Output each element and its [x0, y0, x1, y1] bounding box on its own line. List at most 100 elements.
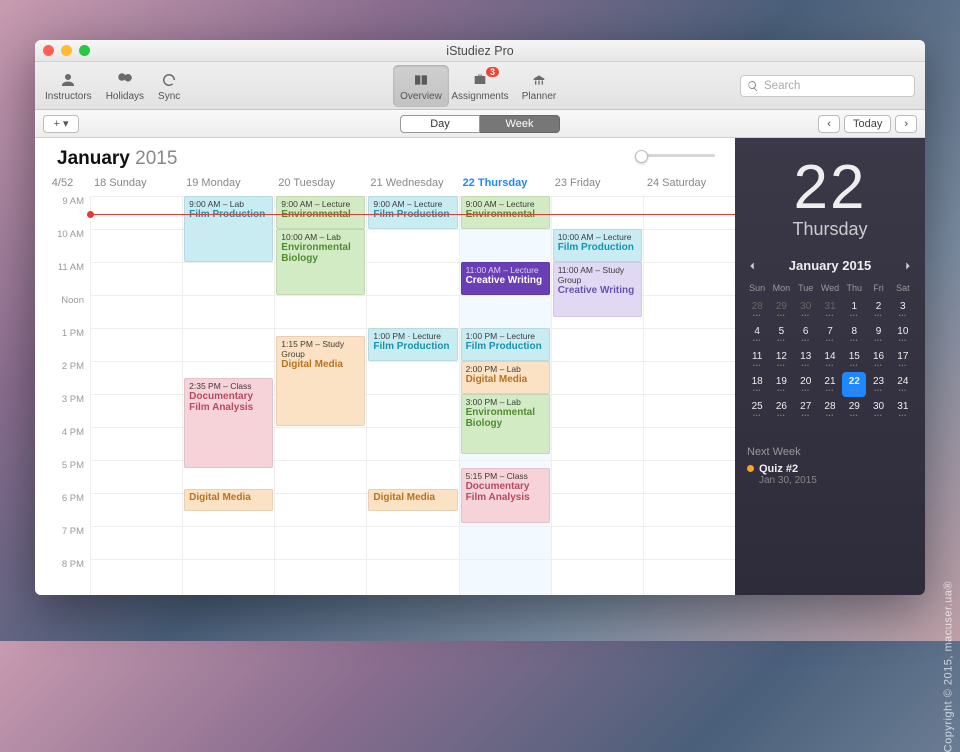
maximize-icon[interactable] [79, 45, 90, 56]
mini-day[interactable]: 3••• [891, 297, 915, 322]
event[interactable]: 9:00 AM – LectureFilm Production [368, 196, 457, 229]
day-column[interactable]: 9:00 AM – LabFilm Production 2:35 PM – Cl… [182, 196, 274, 595]
instructors-button[interactable]: Instructors [45, 70, 92, 102]
mini-day[interactable]: 16••• [866, 347, 890, 372]
mini-day[interactable]: 24••• [891, 372, 915, 397]
holidays-button[interactable]: Holidays [106, 70, 144, 102]
event[interactable]: 1:15 PM – Study GroupDigital Media [276, 336, 365, 426]
app-title: iStudiez Pro [446, 44, 513, 58]
event[interactable]: 2:00 PM – LabDigital Media [461, 361, 550, 394]
mini-day[interactable]: 4••• [745, 322, 769, 347]
mini-day[interactable]: 19••• [769, 372, 793, 397]
event[interactable]: 11:00 AM – Study GroupCreative Writing [553, 262, 642, 317]
mini-day[interactable]: 11••• [745, 347, 769, 372]
traffic-lights [43, 45, 90, 56]
mini-day[interactable]: 6••• [794, 322, 818, 347]
add-button[interactable]: + ▾ [43, 115, 79, 133]
day-header[interactable]: 24 Saturday [643, 174, 735, 196]
calendar-area: January 2015 4/52 18 Sunday19 Monday20 T… [35, 138, 735, 595]
event[interactable]: 3:00 PM – LabEnvironmental Biology [461, 394, 550, 454]
sidebar: 22 Thursday January 2015 SunMonTueWedThu… [735, 138, 925, 595]
upcoming-date: Jan 30, 2015 [759, 475, 913, 486]
mini-day[interactable]: 17••• [891, 347, 915, 372]
mini-day[interactable]: 2••• [866, 297, 890, 322]
mini-day[interactable]: 10••• [891, 322, 915, 347]
mini-day[interactable]: 27••• [794, 397, 818, 422]
planner-tab[interactable]: Planner [511, 65, 567, 107]
week-segment[interactable]: Week [480, 115, 560, 133]
event[interactable]: 9:00 AM – LectureEnvironmental [276, 196, 365, 229]
day-header[interactable]: 19 Monday [182, 174, 274, 196]
event[interactable]: Digital Media [184, 489, 273, 511]
mini-day[interactable]: 14••• [818, 347, 842, 372]
mini-day[interactable]: 31••• [818, 297, 842, 322]
assignments-badge: 3 [486, 67, 499, 77]
event[interactable]: 2:35 PM – ClassDocumentary Film Analysis [184, 378, 273, 468]
search-input[interactable]: Search [740, 75, 915, 97]
next-button[interactable]: › [895, 115, 917, 133]
mini-day[interactable]: 13••• [794, 347, 818, 372]
mini-day[interactable]: 1••• [842, 297, 866, 322]
mini-day[interactable]: 30••• [794, 297, 818, 322]
event[interactable]: 5:15 PM – ClassDocumentary Film Analysis [461, 468, 550, 523]
mini-day[interactable]: 28••• [818, 397, 842, 422]
day-column[interactable] [90, 196, 182, 595]
mini-day[interactable]: 26••• [769, 397, 793, 422]
current-time-indicator [90, 214, 735, 215]
mini-day[interactable]: 29••• [842, 397, 866, 422]
event[interactable]: 9:00 AM – LectureEnvironmental [461, 196, 550, 229]
day-column[interactable]: 9:00 AM – LectureEnvironmental10:00 AM –… [274, 196, 366, 595]
mini-day[interactable]: 25••• [745, 397, 769, 422]
day-segment[interactable]: Day [400, 115, 480, 133]
book-icon [410, 70, 432, 90]
event[interactable]: 1:00 PM · LectureFilm Production [368, 328, 457, 361]
day-column[interactable]: 9:00 AM – LectureFilm Production 1:00 PM … [366, 196, 458, 595]
day-header[interactable]: 22 Thursday [459, 174, 551, 196]
today-button[interactable]: Today [844, 115, 891, 133]
overview-tab[interactable]: Overview [393, 65, 449, 107]
segment-bar: + ▾ Day Week ‹ Today › [35, 110, 925, 138]
day-header[interactable]: 20 Tuesday [274, 174, 366, 196]
mini-day[interactable]: 7••• [818, 322, 842, 347]
mini-day[interactable]: 8••• [842, 322, 866, 347]
minimize-icon[interactable] [61, 45, 72, 56]
building-icon [528, 70, 550, 90]
day-header[interactable]: 23 Friday [551, 174, 643, 196]
day-column[interactable]: 10:00 AM – LectureFilm Production11:00 A… [551, 196, 643, 595]
event[interactable]: 11:00 AM – LectureCreative Writing [461, 262, 550, 295]
event[interactable]: 9:00 AM – LabFilm Production [184, 196, 273, 262]
mini-day[interactable]: 12••• [769, 347, 793, 372]
assignments-tab[interactable]: 3 Assignments [452, 65, 508, 107]
event[interactable]: Digital Media [368, 489, 457, 511]
app-window: iStudiez Pro Instructors Holidays Sync O… [35, 40, 925, 595]
upcoming-item[interactable]: Quiz #2 [747, 463, 913, 475]
mini-day[interactable]: 23••• [866, 372, 890, 397]
mini-day[interactable]: 9••• [866, 322, 890, 347]
day-header[interactable]: 21 Wednesday [366, 174, 458, 196]
big-day-number: 22 [794, 152, 867, 223]
zoom-slider[interactable] [635, 154, 715, 157]
day-header[interactable]: 18 Sunday [90, 174, 182, 196]
mini-day[interactable]: 5••• [769, 322, 793, 347]
mini-day[interactable]: 21••• [818, 372, 842, 397]
mini-day[interactable]: 31••• [891, 397, 915, 422]
mini-day[interactable]: 28••• [745, 297, 769, 322]
prev-button[interactable]: ‹ [818, 115, 840, 133]
mini-next-icon[interactable] [901, 259, 915, 273]
sync-button[interactable]: Sync [158, 70, 180, 102]
person-icon [57, 70, 79, 90]
mini-day[interactable]: 22••• [842, 372, 866, 397]
close-icon[interactable] [43, 45, 54, 56]
event[interactable]: 10:00 AM – LabEnvironmental Biology [276, 229, 365, 295]
day-column[interactable] [643, 196, 735, 595]
day-column[interactable]: 9:00 AM – LectureEnvironmental 11:00 AM –… [459, 196, 551, 595]
mini-prev-icon[interactable] [745, 259, 759, 273]
mini-day[interactable]: 20••• [794, 372, 818, 397]
mini-day[interactable]: 18••• [745, 372, 769, 397]
mini-day[interactable]: 15••• [842, 347, 866, 372]
mini-day[interactable]: 30••• [866, 397, 890, 422]
event[interactable]: 10:00 AM – LectureFilm Production [553, 229, 642, 262]
mini-day[interactable]: 29••• [769, 297, 793, 322]
event[interactable]: 1:00 PM – LectureFilm Production [461, 328, 550, 361]
mini-title: January 2015 [759, 258, 901, 273]
